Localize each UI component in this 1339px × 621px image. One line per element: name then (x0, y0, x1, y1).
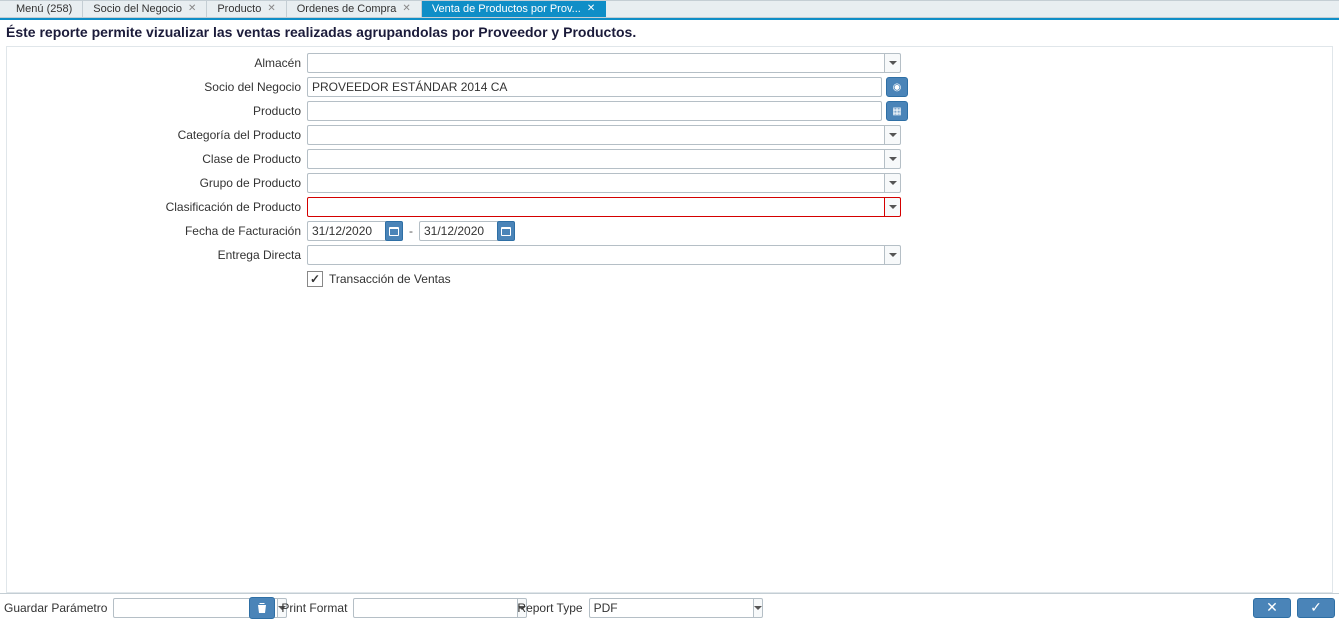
label-clasificacion-producto: Clasificación de Producto (7, 200, 307, 214)
fecha-to-calendar-button[interactable] (497, 221, 515, 241)
close-icon[interactable]: ✕ (267, 4, 275, 14)
label-guardar-parametro: Guardar Parámetro (4, 601, 107, 615)
close-icon: ✕ (1266, 599, 1278, 616)
close-icon[interactable]: ✕ (402, 4, 410, 14)
print-format-input[interactable] (353, 598, 518, 618)
label-categoria-producto: Categoría del Producto (7, 128, 307, 142)
fecha-facturacion-from[interactable] (307, 221, 387, 241)
product-icon: ▦ (892, 106, 901, 117)
label-report-type: Report Type (517, 601, 582, 615)
label-producto: Producto (7, 104, 307, 118)
trash-icon (256, 602, 268, 614)
transaccion-ventas-label: Transacción de Ventas (329, 272, 451, 286)
tab-label: Menú (258) (16, 3, 72, 15)
fecha-from-calendar-button[interactable] (385, 221, 403, 241)
grupo-producto-input[interactable] (307, 173, 885, 193)
close-icon[interactable]: ✕ (587, 4, 595, 14)
footer-bar: Guardar Parámetro Print Format Report Ty… (0, 593, 1339, 621)
tab-label: Ordenes de Compra (297, 3, 397, 15)
delete-parameter-button[interactable] (249, 597, 275, 619)
tab-label: Venta de Productos por Prov... (432, 3, 581, 15)
clase-producto-dropdown[interactable] (885, 149, 901, 169)
tab-1[interactable]: Socio del Negocio ✕ (83, 1, 207, 17)
tab-3[interactable]: Ordenes de Compra ✕ (287, 1, 422, 17)
transaccion-ventas-checkbox[interactable] (307, 271, 323, 287)
cancel-button[interactable]: ✕ (1253, 598, 1291, 618)
tab-4[interactable]: Venta de Productos por Prov... ✕ (422, 1, 606, 17)
socio-negocio-input[interactable] (307, 77, 882, 97)
calendar-icon (389, 226, 399, 236)
socio-negocio-lookup-button[interactable]: ◉ (886, 77, 908, 97)
ok-button[interactable]: ✓ (1297, 598, 1335, 618)
categoria-producto-input[interactable] (307, 125, 885, 145)
producto-input[interactable] (307, 101, 882, 121)
report-type-dropdown[interactable] (754, 598, 763, 618)
tab-label: Producto (217, 3, 261, 15)
entrega-directa-input[interactable] (307, 245, 885, 265)
label-almacen: Almacén (7, 56, 307, 70)
check-icon: ✓ (1310, 599, 1322, 616)
label-grupo-producto: Grupo de Producto (7, 176, 307, 190)
almacen-dropdown[interactable] (885, 53, 901, 73)
fecha-facturacion-to[interactable] (419, 221, 499, 241)
tab-2[interactable]: Producto ✕ (207, 1, 286, 17)
producto-lookup-button[interactable]: ▦ (886, 101, 908, 121)
tab-0[interactable]: Menú (258) (6, 1, 83, 17)
form-panel: Almacén Socio del Negocio ◉ Producto ▦ C… (6, 46, 1333, 593)
almacen-input[interactable] (307, 53, 885, 73)
label-clase-producto: Clase de Producto (7, 152, 307, 166)
label-socio-negocio: Socio del Negocio (7, 80, 307, 94)
user-icon: ◉ (893, 82, 902, 93)
entrega-directa-dropdown[interactable] (885, 245, 901, 265)
clasificacion-producto-input[interactable] (307, 197, 885, 217)
report-type-input[interactable] (589, 598, 754, 618)
report-description: Éste reporte permite vizualizar las vent… (0, 20, 1339, 46)
date-range-separator: - (409, 224, 413, 238)
categoria-producto-dropdown[interactable] (885, 125, 901, 145)
close-icon[interactable]: ✕ (188, 4, 196, 14)
grupo-producto-dropdown[interactable] (885, 173, 901, 193)
clasificacion-producto-dropdown[interactable] (885, 197, 901, 217)
label-print-format: Print Format (281, 601, 347, 615)
tab-bar: Menú (258)Socio del Negocio✕Producto✕Ord… (0, 0, 1339, 18)
label-entrega-directa: Entrega Directa (7, 248, 307, 262)
tab-label: Socio del Negocio (93, 3, 182, 15)
clase-producto-input[interactable] (307, 149, 885, 169)
label-fecha-facturacion: Fecha de Facturación (7, 224, 307, 238)
calendar-icon (501, 226, 511, 236)
